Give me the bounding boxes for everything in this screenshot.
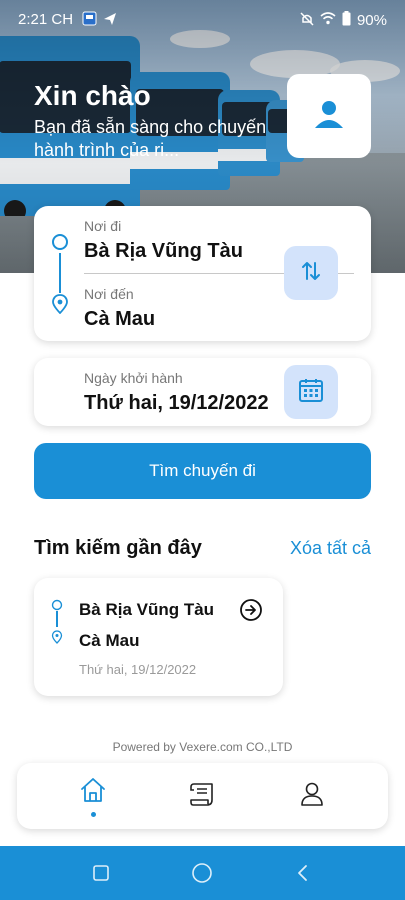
status-bar: 2:21 CH 90% (0, 0, 405, 40)
date-label: Ngày khởi hành (84, 370, 183, 386)
arrow-right-circle-icon[interactable] (239, 598, 263, 626)
calendar-icon (298, 377, 324, 407)
user-icon (313, 98, 345, 134)
greeting: Xin chào Bạn đã sẵn sàng cho chuyến hành… (34, 80, 284, 162)
back-icon[interactable] (290, 860, 316, 886)
recent-apps-icon[interactable] (88, 860, 114, 886)
avatar[interactable] (287, 74, 371, 158)
origin-value[interactable]: Bà Rịa Vũng Tàu (84, 240, 243, 263)
origin-label: Nơi đi (84, 218, 122, 234)
route-line (56, 611, 58, 627)
nav-profile[interactable] (282, 763, 342, 829)
location-pin-icon (51, 294, 69, 318)
swap-button[interactable] (284, 246, 338, 300)
location-pin-icon (51, 629, 63, 648)
origin-dot-icon (51, 233, 69, 255)
greeting-title: Xin chào (34, 80, 151, 111)
home-icon (79, 776, 107, 808)
app-notification-icon (82, 11, 97, 30)
send-icon (103, 12, 117, 30)
ticket-icon (188, 780, 216, 812)
date-card[interactable]: Ngày khởi hành Thứ hai, 19/12/2022 (34, 358, 371, 426)
status-time: 2:21 CH (18, 11, 74, 28)
date-value[interactable]: Thứ hai, 19/12/2022 (84, 392, 269, 415)
mute-icon (300, 11, 314, 30)
home-circle-icon[interactable] (189, 860, 215, 886)
recent-search-item[interactable]: Bà Rịa Vũng Tàu Cà Mau Thứ hai, 19/12/20… (34, 578, 283, 696)
nav-home[interactable] (63, 763, 123, 829)
recent-searches-title: Tìm kiếm gần đây (34, 537, 202, 559)
destination-label: Nơi đến (84, 286, 134, 302)
nav-tickets[interactable] (172, 763, 232, 829)
wifi-icon (320, 12, 336, 29)
destination-value[interactable]: Cà Mau (84, 308, 155, 331)
system-nav-bar (0, 846, 405, 900)
search-trips-button[interactable]: Tìm chuyến đi (34, 443, 371, 499)
battery-icon (342, 11, 351, 30)
greeting-subtitle: Bạn đã sẵn sàng cho chuyến hành trình củ… (34, 117, 267, 160)
clear-all-link[interactable]: Xóa tất cả (290, 538, 371, 559)
swap-arrows-icon (300, 259, 322, 287)
recent-origin: Bà Rịa Vũng Tàu (79, 600, 215, 619)
route-card: Nơi đi Bà Rịa Vũng Tàu Nơi đến Cà Mau (34, 206, 371, 341)
recent-date: Thứ hai, 19/12/2022 (79, 662, 197, 677)
route-line (59, 253, 61, 293)
recent-destination: Cà Mau (79, 631, 140, 650)
calendar-button[interactable] (284, 365, 338, 419)
bottom-nav (17, 763, 388, 829)
profile-icon (298, 780, 326, 812)
battery-percent: 90% (356, 12, 387, 29)
active-indicator (90, 811, 96, 817)
powered-by: Powered by Vexere.com CO.,LTD (112, 740, 293, 754)
